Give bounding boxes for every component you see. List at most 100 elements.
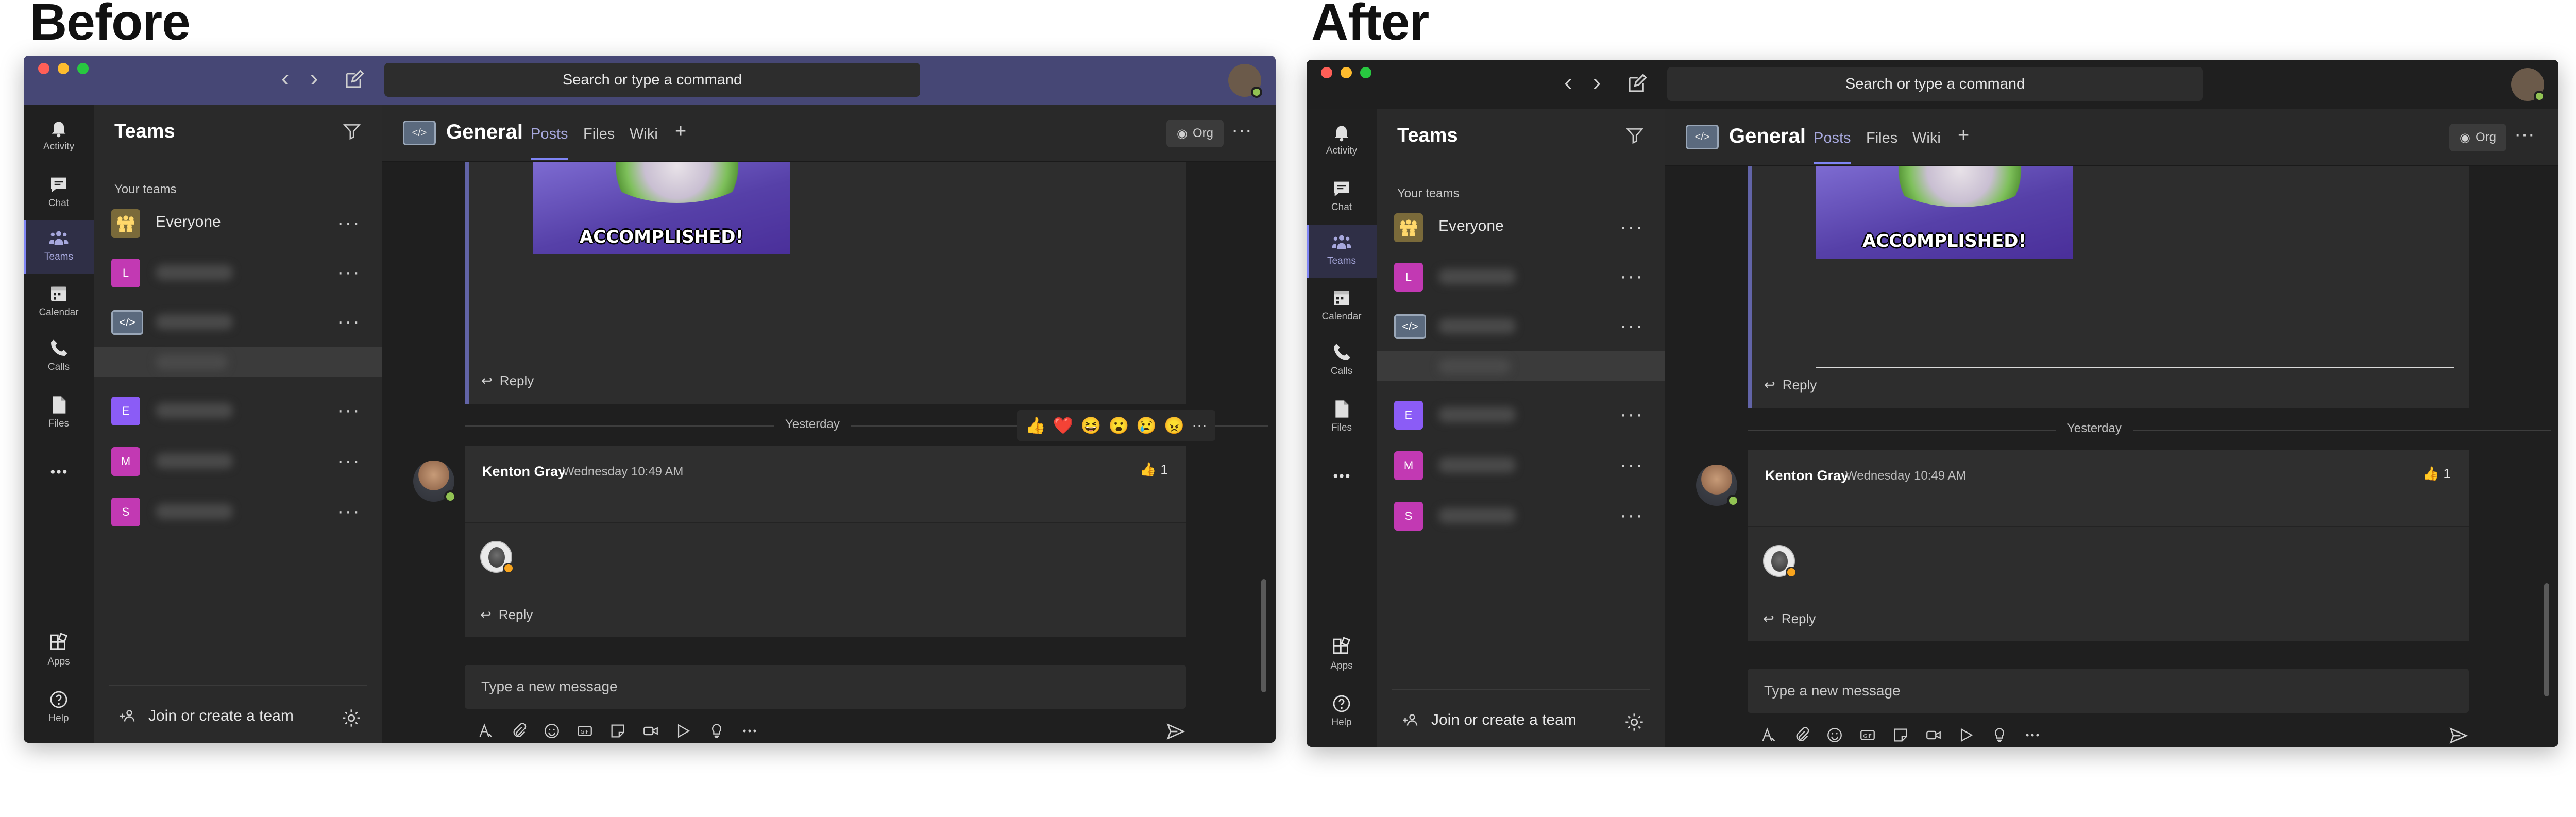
rail-bell[interactable]: Activity	[1307, 114, 1377, 166]
rail-file[interactable]: Files	[24, 387, 94, 439]
like-reaction[interactable]: 👍 1	[2422, 466, 2451, 482]
team-item[interactable]: S ···	[1377, 493, 1665, 539]
rail-calendar[interactable]: Calendar	[1307, 280, 1377, 332]
search-input[interactable]: Search or type a command	[384, 63, 920, 97]
tab-files[interactable]: Files	[583, 126, 615, 143]
format-icon[interactable]	[1760, 726, 1777, 744]
tab-wiki[interactable]: Wiki	[630, 126, 658, 143]
more-options-icon[interactable]: ···	[337, 501, 361, 521]
stream-icon[interactable]	[1958, 726, 1975, 744]
reply-button[interactable]: ↩ Reply	[1763, 611, 1816, 627]
team-item[interactable]: Everyone ···	[94, 201, 382, 246]
attach-icon[interactable]	[1793, 726, 1810, 744]
more-options-icon[interactable]: ···	[337, 400, 361, 420]
rail-file[interactable]: Files	[1307, 392, 1377, 443]
team-item[interactable]: Everyone ···	[1377, 205, 1665, 250]
rail-chat[interactable]: Chat	[24, 167, 94, 218]
back-icon[interactable]: ‹	[1564, 70, 1572, 94]
back-icon[interactable]: ‹	[281, 66, 289, 90]
gif-icon[interactable]: GIF	[576, 722, 594, 740]
profile-avatar[interactable]	[1228, 64, 1262, 98]
close-window-button[interactable]	[38, 63, 49, 74]
reaction-option[interactable]: ❤️	[1053, 416, 1074, 435]
close-window-button[interactable]	[1321, 67, 1332, 78]
rail-teams[interactable]: Teams	[24, 220, 94, 274]
rail-help[interactable]: Help	[24, 682, 94, 734]
gif-icon[interactable]: GIF	[1859, 726, 1876, 744]
rail-phone[interactable]: Calls	[1307, 335, 1377, 386]
compose-icon[interactable]	[1626, 73, 1648, 95]
tab-posts[interactable]: Posts	[1814, 130, 1851, 164]
tab-files[interactable]: Files	[1866, 130, 1897, 147]
team-item[interactable]: L ···	[94, 250, 382, 296]
forward-icon[interactable]: ›	[310, 66, 318, 90]
reply-button[interactable]: ↩ Reply	[481, 373, 534, 389]
filter-icon[interactable]	[1625, 126, 1645, 145]
praise-icon[interactable]	[708, 722, 725, 740]
send-icon[interactable]	[1165, 721, 1186, 742]
reply-button[interactable]: ↩ Reply	[1764, 377, 1817, 393]
new-message-input[interactable]: Type a new message	[1748, 669, 2469, 713]
reaction-option[interactable]: 👍	[1025, 416, 1046, 435]
rail-calendar[interactable]: Calendar	[24, 276, 94, 328]
scrollbar[interactable]	[2544, 583, 2549, 696]
reaction-option[interactable]: 😆	[1081, 416, 1101, 435]
org-button[interactable]: ◉ Org	[2449, 124, 2506, 151]
praise-icon[interactable]	[1991, 726, 2008, 744]
channel-item-general[interactable]	[94, 347, 382, 377]
more-options-icon[interactable]: ···	[337, 212, 361, 233]
team-item[interactable]: </> ···	[1377, 304, 1665, 349]
more-options-icon[interactable]	[741, 722, 758, 740]
more-options-icon[interactable]: ···	[1620, 404, 1643, 424]
team-item[interactable]: L ···	[1377, 254, 1665, 300]
team-item[interactable]: </> ···	[94, 300, 382, 345]
stream-icon[interactable]	[675, 722, 692, 740]
like-reaction[interactable]: 👍 1	[1140, 462, 1168, 478]
more-options-icon[interactable]: ···	[1620, 266, 1643, 286]
more-options-icon[interactable]: ···	[1620, 315, 1643, 336]
add-tab-button[interactable]: +	[1958, 125, 1969, 147]
more-options-icon[interactable]: ···	[1620, 216, 1643, 237]
tab-posts[interactable]: Posts	[531, 126, 568, 160]
settings-gear-icon[interactable]	[1624, 712, 1645, 733]
team-item[interactable]: E ···	[94, 388, 382, 434]
rail-apps[interactable]: Apps	[1307, 629, 1377, 681]
rail-more[interactable]	[1307, 454, 1377, 506]
more-reactions-icon[interactable]: ···	[1192, 417, 1207, 434]
meet-now-icon[interactable]	[1925, 726, 1942, 744]
rail-chat[interactable]: Chat	[1307, 171, 1377, 223]
reaction-option[interactable]: 😢	[1136, 416, 1157, 435]
meet-now-icon[interactable]	[642, 722, 659, 740]
rail-phone[interactable]: Calls	[24, 331, 94, 382]
send-icon[interactable]	[2448, 725, 2469, 746]
team-item[interactable]: S ···	[94, 489, 382, 535]
join-or-create-team-button[interactable]: Join or create a team	[1401, 711, 1577, 729]
more-options-icon[interactable]: ···	[337, 450, 361, 471]
reaction-option[interactable]: 😮	[1109, 416, 1129, 435]
filter-icon[interactable]	[342, 122, 362, 141]
compose-icon[interactable]	[343, 69, 365, 91]
scrollbar[interactable]	[1261, 579, 1266, 692]
team-item[interactable]: M ···	[94, 439, 382, 484]
rail-apps[interactable]: Apps	[24, 625, 94, 677]
sticker-icon[interactable]	[609, 722, 626, 740]
minimize-window-button[interactable]	[58, 63, 69, 74]
add-tab-button[interactable]: +	[675, 121, 686, 143]
tab-wiki[interactable]: Wiki	[1912, 130, 1941, 147]
reply-button[interactable]: ↩ Reply	[480, 607, 533, 623]
zoom-window-button[interactable]	[1360, 67, 1371, 78]
team-item[interactable]: E ···	[1377, 393, 1665, 438]
rail-bell[interactable]: Activity	[24, 110, 94, 162]
emoji-icon[interactable]	[1826, 726, 1843, 744]
team-item[interactable]: M ···	[1377, 443, 1665, 488]
author-avatar[interactable]	[413, 461, 456, 503]
emoji-icon[interactable]	[543, 722, 561, 740]
more-options-icon[interactable]: ···	[1620, 505, 1643, 525]
org-button[interactable]: ◉ Org	[1166, 120, 1224, 147]
rail-more[interactable]	[24, 450, 94, 502]
channel-more-icon[interactable]: ···	[1231, 120, 1252, 140]
sticker-icon[interactable]	[1892, 726, 1909, 744]
more-options-icon[interactable]: ···	[337, 311, 361, 332]
channel-more-icon[interactable]: ···	[2514, 124, 2535, 144]
format-icon[interactable]	[477, 722, 495, 740]
